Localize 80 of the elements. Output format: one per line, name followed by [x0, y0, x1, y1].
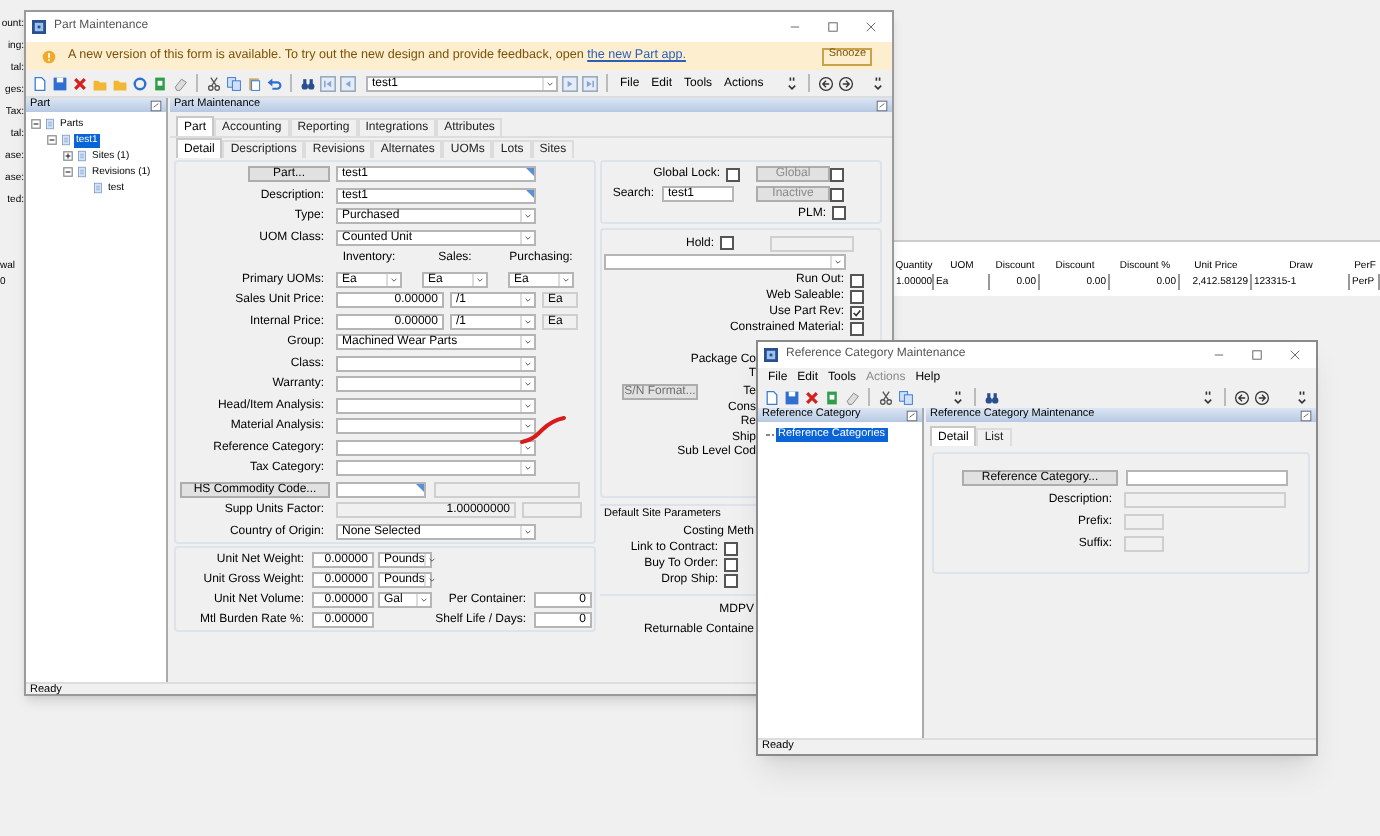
text-field[interactable]	[1126, 469, 1288, 485]
forward-icon[interactable]	[1254, 389, 1270, 405]
chevron-down-icon	[522, 525, 534, 538]
pin-icon[interactable]	[150, 99, 162, 111]
back-icon[interactable]	[818, 75, 835, 91]
forward-icon[interactable]	[838, 75, 855, 91]
text-field[interactable]	[434, 481, 580, 498]
close-icon[interactable]	[864, 20, 878, 34]
toolbar-overflow-icon[interactable]	[950, 389, 966, 405]
delete-icon[interactable]	[804, 389, 820, 405]
close-icon[interactable]	[1288, 348, 1302, 362]
chevron-down-icon	[544, 77, 556, 89]
collapse-icon[interactable]	[30, 118, 42, 130]
checkbox[interactable]	[726, 167, 740, 181]
text-field[interactable]	[1124, 535, 1164, 551]
back-icon[interactable]	[1234, 389, 1250, 405]
checkbox[interactable]	[724, 573, 738, 587]
delete-icon[interactable]	[72, 75, 88, 91]
new-document-icon[interactable]	[32, 75, 48, 91]
document-icon	[60, 134, 72, 146]
app-icon	[764, 348, 778, 362]
toolbar-overflow-icon[interactable]	[1294, 389, 1310, 405]
checkbox[interactable]	[850, 321, 864, 335]
checkbox[interactable]	[832, 206, 846, 220]
collapse-icon[interactable]	[46, 134, 58, 146]
expand-icon[interactable]	[62, 150, 74, 162]
checkbox[interactable]	[724, 541, 738, 555]
copy-icon[interactable]	[898, 389, 914, 405]
document-icon	[44, 118, 56, 130]
cut-icon[interactable]	[206, 75, 222, 91]
pin-icon[interactable]	[1300, 409, 1312, 421]
info-icon	[42, 49, 56, 63]
annotation-stroke	[518, 412, 570, 448]
text-field[interactable]	[1124, 513, 1164, 529]
document-icon	[76, 166, 88, 178]
text-field[interactable]	[1124, 491, 1286, 507]
toolbar-overflow-icon[interactable]	[870, 75, 886, 91]
chevron-down-icon	[388, 273, 400, 286]
chevron-down-icon	[560, 273, 572, 286]
toolbar-overflow-icon[interactable]	[784, 75, 801, 91]
dropdown-field[interactable]	[336, 397, 536, 414]
last-record-icon[interactable]	[582, 75, 598, 91]
chevron-down-icon	[474, 273, 486, 286]
save-icon[interactable]	[52, 75, 68, 91]
paste-icon[interactable]	[246, 75, 262, 91]
dropdown-field[interactable]	[604, 254, 846, 270]
eraser-icon[interactable]	[172, 75, 188, 91]
cut-icon[interactable]	[878, 389, 894, 405]
checkbox[interactable]	[724, 557, 738, 571]
dropdown-field[interactable]	[336, 439, 536, 456]
undo-icon[interactable]	[266, 75, 282, 91]
copy-icon[interactable]	[226, 75, 242, 91]
chevron-down-icon	[832, 256, 844, 268]
text-field[interactable]	[522, 502, 582, 519]
checkbox[interactable]	[830, 167, 844, 181]
checkbox[interactable]	[850, 289, 864, 303]
next-record-icon[interactable]	[562, 75, 578, 91]
app-icon	[32, 20, 46, 34]
pin-icon[interactable]	[906, 409, 918, 421]
checkbox[interactable]	[850, 305, 864, 319]
text-field[interactable]	[770, 235, 854, 251]
checkbox[interactable]	[830, 187, 844, 201]
maximize-icon[interactable]	[1250, 348, 1264, 362]
dropdown-field[interactable]	[336, 418, 536, 435]
dropdown-field[interactable]	[336, 376, 536, 393]
pin-icon[interactable]	[876, 99, 888, 111]
text-field[interactable]	[336, 481, 426, 498]
document-icon	[76, 150, 88, 162]
binoculars-icon[interactable]	[984, 389, 1000, 405]
dropdown-field[interactable]	[336, 355, 536, 372]
checkbox[interactable]	[850, 273, 864, 287]
collapse-icon[interactable]	[62, 166, 74, 178]
previous-record-icon[interactable]	[340, 75, 356, 91]
maximize-icon[interactable]	[826, 20, 840, 34]
dropdown-field[interactable]	[336, 460, 536, 477]
save-icon[interactable]	[784, 389, 800, 405]
binoculars-icon[interactable]	[300, 75, 316, 91]
toolbar-overflow-icon[interactable]	[1200, 389, 1216, 405]
checkbox[interactable]	[720, 236, 734, 250]
document-icon	[92, 182, 104, 194]
